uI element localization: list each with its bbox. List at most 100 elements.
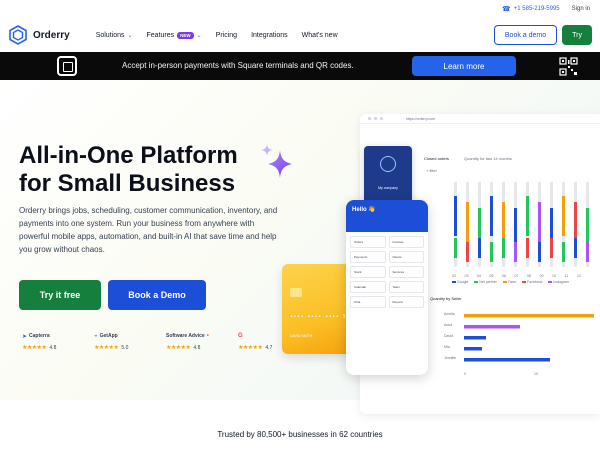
- try-it-free-button[interactable]: Try it free: [19, 280, 101, 310]
- bar-segment: [586, 242, 589, 262]
- nav-integrations[interactable]: Integrations: [251, 32, 288, 39]
- legend-swatch: [521, 281, 526, 283]
- rating-score: 5.0: [121, 344, 129, 351]
- bar-segment: [490, 242, 493, 262]
- bar-segment: [502, 238, 505, 258]
- x-tick-label: 07: [514, 274, 519, 278]
- legend-label: Instagram: [553, 280, 569, 284]
- phone-tile[interactable]: Stock: [350, 266, 386, 278]
- seller-name: Amelia: [444, 312, 455, 316]
- headline-line-1: All-in-One Platform: [19, 142, 238, 169]
- g2-icon: G: [238, 333, 243, 339]
- legend-item: Farm: [502, 280, 516, 284]
- x-tick-label: 12: [577, 274, 581, 278]
- card-number: •••• •••• •••• 56: [290, 314, 350, 320]
- card-chip-icon: [290, 288, 302, 297]
- window-dot: [368, 117, 371, 120]
- book-a-demo-button[interactable]: Book a Demo: [108, 280, 206, 310]
- learn-more-button[interactable]: Learn more: [412, 56, 516, 76]
- window-dot: [380, 117, 383, 120]
- legend-label: Google: [457, 280, 469, 284]
- new-badge: NEW: [177, 31, 194, 39]
- x-tick-label: 04: [477, 274, 481, 278]
- trusted-by-text: Trusted by 80,500+ businesses in 62 coun…: [217, 430, 383, 439]
- utility-bar: ☎ +1 585-219-5995 Sign in: [0, 0, 600, 18]
- book-demo-button[interactable]: Book a demo: [493, 25, 558, 45]
- headline-line-2: for Small Business: [19, 170, 236, 197]
- qr-code-icon: [559, 57, 578, 76]
- phone-tile[interactable]: Reports: [388, 296, 424, 308]
- browser-bar: https://orderry.com: [360, 114, 600, 124]
- seller-name: Jennifer: [444, 356, 457, 360]
- phone-tile[interactable]: Team: [388, 281, 424, 293]
- ratings-row: ➤ Capterra ★★★★★ 4.8 ◒ GetApp ★★★★★ 5.0 Soft…: [22, 332, 288, 351]
- legend-item: Facebook: [521, 280, 542, 284]
- phone-tile[interactable]: Clients: [388, 251, 424, 263]
- logo[interactable]: Orderry: [8, 25, 70, 45]
- bar-segment: [514, 242, 517, 262]
- chevron-down-icon: ⌄: [127, 32, 133, 39]
- phone-tile[interactable]: Invoices: [388, 236, 424, 248]
- seller-bar: [464, 336, 486, 340]
- legend-item: Instagram: [548, 280, 569, 284]
- nav-features[interactable]: Features NEW ⌄: [146, 31, 202, 39]
- seller-name: David: [444, 334, 453, 338]
- bar-segment: [454, 196, 457, 236]
- seller-bar: [464, 325, 520, 329]
- x-tick-label: 08: [527, 274, 531, 278]
- capterra-icon: ➤: [22, 333, 28, 340]
- x-tick-label: 11: [564, 274, 569, 278]
- promo-banner: Accept in-person payments with Square te…: [0, 52, 600, 80]
- x-tick-label: 02: [452, 274, 456, 278]
- hero-headline: All-in-One Platform for Small Business: [19, 142, 238, 198]
- rating-capterra[interactable]: ➤ Capterra ★★★★★ 4.8: [22, 332, 72, 351]
- phone-greeting: Hello 👋: [352, 207, 376, 213]
- signin-link[interactable]: Sign in: [572, 6, 590, 12]
- rating-brand-name: GetApp: [99, 333, 118, 339]
- phone-tile[interactable]: Calendar: [350, 281, 386, 293]
- nav-whats-new[interactable]: What's new: [302, 32, 338, 39]
- phone-tile[interactable]: Chat: [350, 296, 386, 308]
- rating-g2[interactable]: G ★★★★★ 4.7: [238, 332, 288, 351]
- rating-brand-name: Capterra: [29, 333, 50, 339]
- nav-menu: Solutions ⌄ Features NEW ⌄ Pricing Integ…: [96, 31, 338, 39]
- card-holder: DAVID SMITH: [290, 334, 313, 338]
- bar-segment: [502, 202, 505, 242]
- filter-chip[interactable]: + filter: [426, 168, 437, 173]
- legend-swatch: [474, 281, 479, 283]
- legend-item: Net partner: [474, 280, 497, 284]
- phone-number: +1 585-219-5995: [513, 6, 560, 12]
- square-logo-icon: [57, 56, 77, 76]
- bar-segment: [454, 238, 457, 258]
- seller-bar: [464, 347, 482, 351]
- bar-segment: [538, 242, 541, 262]
- closed-orders-chart: [454, 182, 589, 267]
- phone-header: Hello 👋: [346, 200, 428, 232]
- quantity-by-seller-chart: [464, 314, 594, 362]
- phone-tile[interactable]: Orders: [350, 236, 386, 248]
- rating-software-advice[interactable]: Software Advice • ★★★★★ 4.8: [166, 332, 216, 351]
- stars-icon: ★★★★★: [166, 345, 191, 351]
- phone-link[interactable]: ☎ +1 585-219-5995: [502, 5, 560, 13]
- bar-segment: [466, 242, 469, 262]
- logo-text: Orderry: [33, 29, 70, 41]
- tablet-company-label: My company: [378, 186, 398, 190]
- seller-axis-value: 0: [464, 372, 466, 376]
- seller-axis-value: 10: [534, 372, 538, 376]
- phone-tile[interactable]: Services: [388, 266, 424, 278]
- phone-tile[interactable]: Payments: [350, 251, 386, 263]
- nav-features-label: Features: [146, 31, 175, 39]
- rating-score: 4.7: [265, 344, 273, 351]
- bar-segment: [490, 196, 493, 236]
- rating-getapp[interactable]: ◒ GetApp ★★★★★ 5.0: [94, 332, 144, 351]
- bar-segment: [574, 202, 577, 242]
- try-button[interactable]: Try: [562, 25, 592, 45]
- nav-solutions[interactable]: Solutions ⌄: [96, 32, 133, 39]
- sparkle-icon: [261, 144, 292, 178]
- seller-bar: [464, 358, 550, 362]
- legend-swatch: [548, 281, 553, 283]
- seller-bar: [464, 314, 594, 318]
- nav-pricing[interactable]: Pricing: [216, 32, 237, 39]
- stars-icon: ★★★★★: [94, 345, 119, 351]
- bar-segment: [550, 238, 553, 258]
